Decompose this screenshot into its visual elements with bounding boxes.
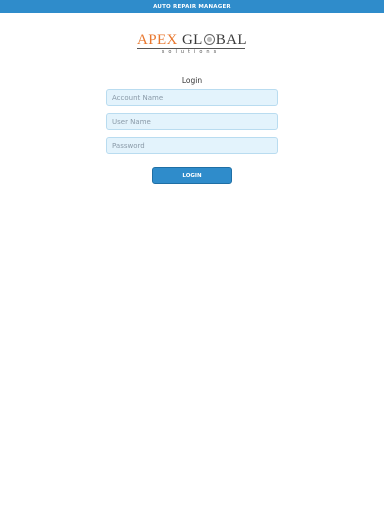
account-name-input[interactable] (106, 89, 278, 106)
login-button[interactable]: LOGIN (152, 167, 232, 184)
globe-icon (203, 34, 215, 45)
app-header: AUTO REPAIR MANAGER (0, 0, 384, 13)
logo-wordmark: APEX GL BAL (137, 32, 247, 48)
logo-tagline: solutions (161, 49, 221, 55)
logo-word-global: GL BAL (181, 32, 247, 48)
login-heading: Login (181, 76, 203, 85)
logo-word-apex: APEX (137, 32, 178, 48)
company-logo: APEX GL BAL solutions (137, 32, 247, 58)
app-title: AUTO REPAIR MANAGER (153, 3, 231, 10)
user-name-input[interactable] (106, 113, 278, 130)
password-input[interactable] (106, 137, 278, 154)
